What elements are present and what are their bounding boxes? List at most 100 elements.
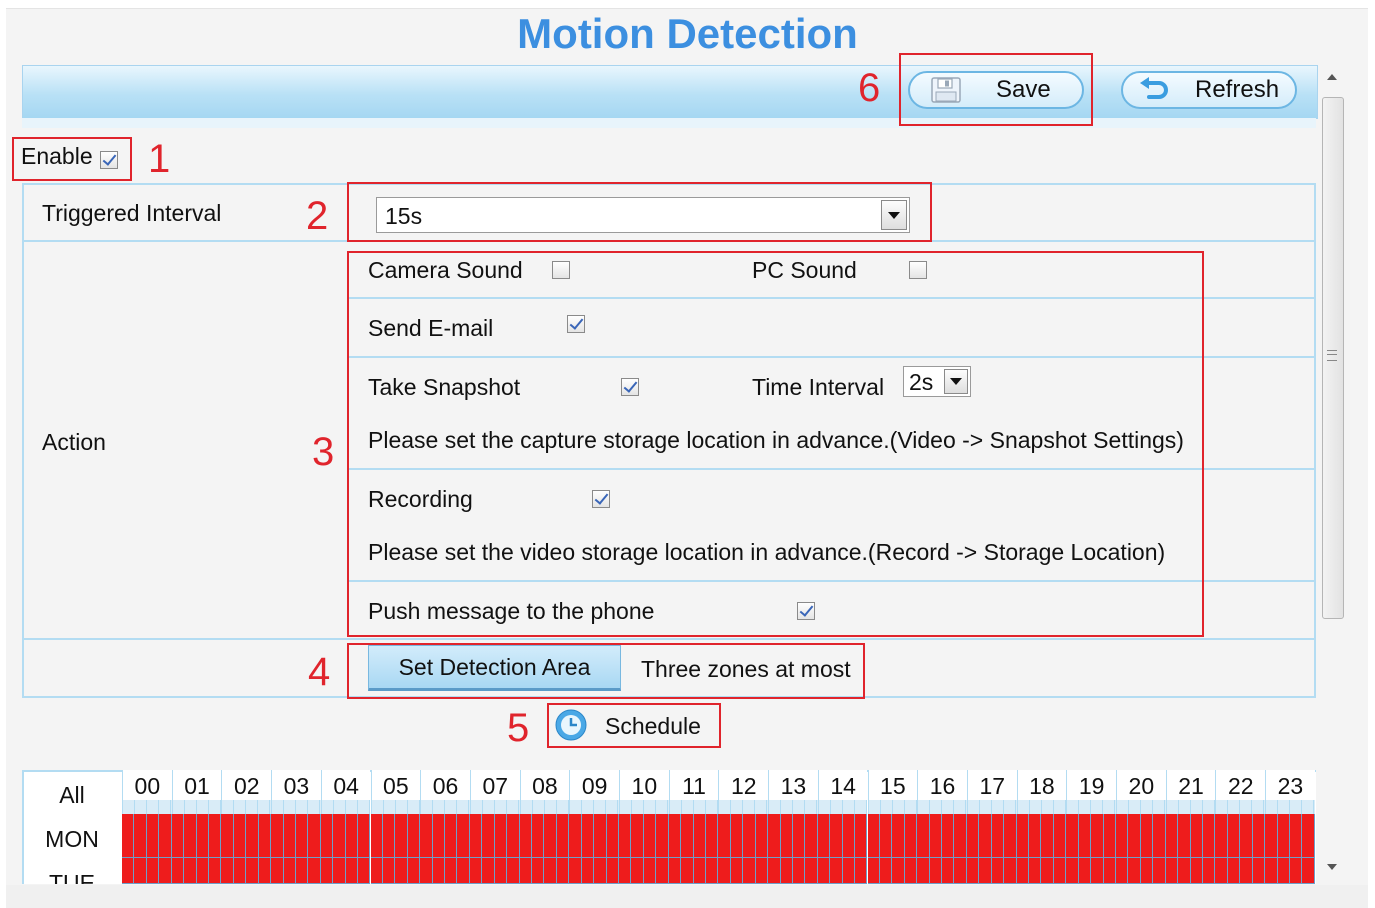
schedule-cell[interactable]	[718, 814, 731, 858]
schedule-cell[interactable]	[954, 814, 967, 858]
schedule-cell[interactable]	[830, 858, 843, 884]
schedule-cell[interactable]	[1227, 814, 1241, 858]
schedule-cell[interactable]	[1029, 814, 1042, 858]
schedule-cell[interactable]	[619, 858, 632, 884]
schedule-cell[interactable]	[792, 814, 806, 858]
schedule-cell[interactable]	[1240, 858, 1253, 884]
schedule-cell[interactable]	[917, 858, 930, 884]
schedule-cell[interactable]	[1140, 814, 1154, 858]
schedule-cell[interactable]	[1153, 814, 1166, 858]
schedule-cell[interactable]	[817, 814, 831, 858]
schedule-cell[interactable]	[1289, 858, 1303, 884]
schedule-cell[interactable]	[469, 858, 483, 884]
schedule-cell[interactable]	[196, 858, 209, 884]
schedule-cell[interactable]	[1128, 858, 1141, 884]
schedule-cell[interactable]	[1128, 814, 1141, 858]
schedule-cell[interactable]	[532, 858, 545, 884]
schedule-cell[interactable]	[693, 858, 706, 884]
schedule-cell[interactable]	[122, 858, 135, 884]
schedule-cell[interactable]	[1053, 858, 1067, 884]
schedule-cell[interactable]	[1240, 814, 1253, 858]
schedule-cell[interactable]	[1277, 814, 1290, 858]
schedule-cell[interactable]	[208, 814, 222, 858]
schedule-cell[interactable]	[1252, 814, 1266, 858]
hour-header-01[interactable]: 01	[171, 770, 222, 814]
schedule-cell[interactable]	[358, 814, 371, 858]
schedule-cell[interactable]	[705, 858, 719, 884]
schedule-cell[interactable]	[407, 858, 421, 884]
triggered-interval-select[interactable]: 15s	[376, 197, 910, 233]
schedule-cell[interactable]	[159, 858, 172, 884]
schedule-cell[interactable]	[283, 814, 296, 858]
schedule-cell[interactable]	[184, 814, 197, 858]
schedule-cell[interactable]	[445, 814, 458, 858]
schedule-cell[interactable]	[929, 814, 943, 858]
scroll-down-arrow-icon[interactable]	[1327, 864, 1337, 870]
schedule-cell[interactable]	[1116, 858, 1129, 884]
schedule-cell[interactable]	[1202, 814, 1216, 858]
schedule-cell[interactable]	[668, 814, 682, 858]
recording-checkbox[interactable]	[592, 490, 611, 508]
schedule-cell[interactable]	[1190, 858, 1203, 884]
schedule-cell[interactable]	[320, 858, 334, 884]
schedule-cell[interactable]	[855, 814, 868, 858]
schedule-cell[interactable]	[594, 814, 607, 858]
schedule-cell[interactable]	[246, 858, 259, 884]
schedule-cell[interactable]	[581, 858, 595, 884]
schedule-cell[interactable]	[1078, 858, 1092, 884]
schedule-cell[interactable]	[457, 814, 470, 858]
schedule-cell[interactable]	[991, 814, 1005, 858]
schedule-cell[interactable]	[979, 858, 992, 884]
schedule-cell[interactable]	[544, 858, 557, 884]
schedule-cell[interactable]	[656, 814, 669, 858]
schedule-cell[interactable]	[233, 814, 247, 858]
schedule-cell[interactable]	[308, 814, 321, 858]
schedule-cell[interactable]	[1091, 858, 1104, 884]
hour-header-08[interactable]: 08	[519, 770, 570, 814]
schedule-cell[interactable]	[1053, 814, 1067, 858]
schedule-cell[interactable]	[134, 858, 147, 884]
schedule-cell[interactable]	[780, 814, 793, 858]
schedule-cell[interactable]	[1066, 814, 1079, 858]
schedule-cell[interactable]	[370, 814, 383, 858]
schedule-cell[interactable]	[1041, 858, 1054, 884]
schedule-cell[interactable]	[942, 814, 955, 858]
schedule-cell[interactable]	[532, 814, 545, 858]
schedule-cell[interactable]	[842, 858, 856, 884]
hour-header-06[interactable]: 06	[420, 770, 470, 814]
hour-header-00[interactable]: 00	[122, 770, 172, 814]
schedule-cell[interactable]	[271, 858, 284, 884]
schedule-cell[interactable]	[1302, 814, 1315, 858]
pc-sound-checkbox[interactable]	[908, 261, 927, 279]
take-snapshot-checkbox[interactable]	[620, 378, 639, 396]
schedule-cell[interactable]	[1016, 814, 1030, 858]
schedule-cell[interactable]	[805, 858, 818, 884]
schedule-cell[interactable]	[892, 858, 905, 884]
schedule-cell[interactable]	[606, 858, 619, 884]
schedule-cell[interactable]	[830, 814, 843, 858]
schedule-cell[interactable]	[1016, 858, 1030, 884]
schedule-cell[interactable]	[569, 858, 582, 884]
schedule-cell[interactable]	[1029, 858, 1042, 884]
schedule-cell[interactable]	[867, 814, 880, 858]
schedule-cell[interactable]	[271, 814, 284, 858]
schedule-cell[interactable]	[345, 814, 359, 858]
schedule-cell[interactable]	[855, 858, 868, 884]
schedule-cell[interactable]	[507, 858, 520, 884]
schedule-cell[interactable]	[569, 814, 582, 858]
schedule-cell[interactable]	[1265, 814, 1278, 858]
schedule-cell[interactable]	[246, 814, 259, 858]
schedule-cell[interactable]	[1116, 814, 1129, 858]
schedule-cell[interactable]	[196, 814, 209, 858]
hour-header-16[interactable]: 16	[917, 770, 967, 814]
schedule-cell[interactable]	[942, 858, 955, 884]
schedule-cell[interactable]	[308, 858, 321, 884]
hour-header-17[interactable]: 17	[966, 770, 1017, 814]
schedule-cell[interactable]	[519, 814, 533, 858]
hour-header-02[interactable]: 02	[221, 770, 272, 814]
schedule-cell[interactable]	[842, 814, 856, 858]
schedule-cell[interactable]	[482, 858, 495, 884]
schedule-cell[interactable]	[1178, 814, 1191, 858]
schedule-cell[interactable]	[146, 858, 160, 884]
schedule-cell[interactable]	[146, 814, 160, 858]
